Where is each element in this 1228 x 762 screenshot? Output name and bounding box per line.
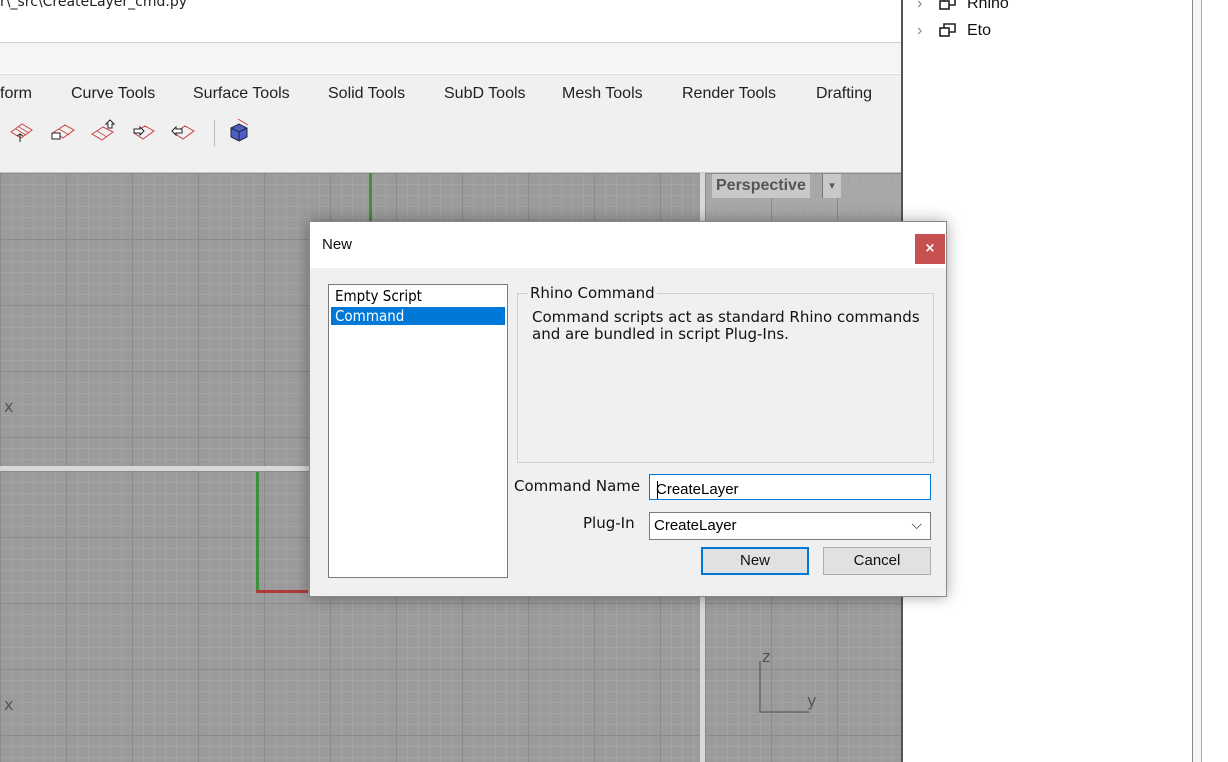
template-description-group: Rhino Command Command scripts act as sta…	[517, 284, 934, 463]
right-axis-z-label: z	[762, 647, 771, 666]
cplane-right-icon[interactable]	[170, 118, 196, 144]
text-caret	[657, 481, 658, 499]
x-axis-line	[256, 590, 308, 593]
viewport-menu-chevron-icon[interactable]: ▾	[822, 174, 841, 198]
tab-drafting[interactable]: Drafting	[816, 85, 872, 103]
command-name-value: CreateLayer	[656, 481, 739, 498]
group-title: Rhino Command	[528, 284, 657, 302]
toolbar-icons	[0, 108, 901, 173]
plugin-select[interactable]: CreateLayer ⌵	[649, 512, 931, 540]
perspective-viewport-title[interactable]: Perspective	[712, 174, 810, 198]
chevron-right-icon[interactable]: ›	[917, 0, 939, 13]
right-panel-scrollbar[interactable]	[1192, 0, 1202, 762]
plugin-label: Plug-In	[583, 514, 635, 532]
namespace-icon	[939, 23, 956, 37]
chevron-down-icon[interactable]: ⌵	[911, 517, 922, 533]
tab-curve-tools[interactable]: Curve Tools	[71, 85, 155, 103]
toolbar-separator	[214, 120, 215, 146]
tree-item-label: Rhino	[967, 0, 1009, 12]
right-axis-y-label: y	[807, 691, 817, 710]
right-panel: › Rhino › Eto	[901, 0, 1228, 762]
top-axis-x-label: x	[4, 397, 14, 416]
y-axis-line	[369, 173, 372, 221]
command-name-input[interactable]: CreateLayer	[649, 474, 931, 500]
template-list[interactable]: Empty Script Command	[328, 284, 508, 578]
cancel-button[interactable]: Cancel	[823, 547, 931, 575]
tab-surface-tools[interactable]: Surface Tools	[193, 85, 290, 103]
plugin-value: CreateLayer	[654, 517, 737, 534]
list-item-empty-script[interactable]: Empty Script	[331, 287, 505, 305]
file-path-bar: r\_src\CreateLayer_cmd.py	[0, 0, 901, 43]
tree-item-eto[interactable]: › Eto	[917, 21, 991, 40]
file-path: r\_src\CreateLayer_cmd.py	[0, 0, 188, 10]
namespace-icon	[939, 0, 956, 10]
front-axis-x-label: x	[4, 695, 14, 714]
tree-item-rhino[interactable]: › Rhino	[917, 0, 1009, 13]
chevron-right-icon[interactable]: ›	[917, 22, 939, 40]
template-description: Command scripts act as standard Rhino co…	[532, 308, 920, 343]
command-name-label: Command Name	[514, 477, 641, 495]
toolbar-gap	[0, 43, 901, 73]
toolbar-tabs: form Curve Tools Surface Tools Solid Too…	[0, 74, 901, 109]
tree-item-label: Eto	[967, 22, 992, 39]
list-item-command[interactable]: Command	[331, 307, 505, 325]
tab-transform[interactable]: form	[0, 85, 32, 103]
new-script-dialog: New × Empty Script Command Rhino Command…	[309, 221, 947, 597]
tab-subd-tools[interactable]: SubD Tools	[444, 85, 526, 103]
close-icon[interactable]: ×	[915, 234, 945, 264]
cplane-back-icon[interactable]	[50, 118, 76, 144]
new-button[interactable]: New	[701, 547, 809, 575]
tab-solid-tools[interactable]: Solid Tools	[328, 85, 405, 103]
cplane-up-icon[interactable]	[8, 118, 34, 144]
cplane-elevate-icon[interactable]	[90, 118, 116, 144]
cplane-left-icon[interactable]	[130, 118, 156, 144]
z-axis-line	[256, 472, 259, 592]
tab-mesh-tools[interactable]: Mesh Tools	[562, 85, 643, 103]
dialog-title: New	[322, 236, 353, 253]
tab-render-tools[interactable]: Render Tools	[682, 85, 776, 103]
cplane-object-icon[interactable]	[226, 118, 252, 144]
dialog-titlebar[interactable]: New ×	[310, 222, 946, 268]
